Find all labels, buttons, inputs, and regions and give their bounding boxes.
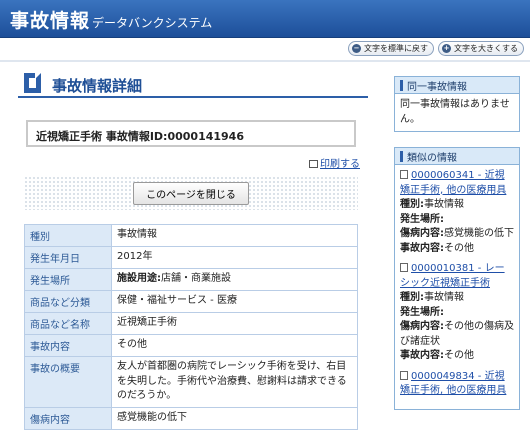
info-value: 2012年 [111, 246, 358, 269]
info-value: 保健・福祉サービス - 医療 [111, 290, 358, 313]
minus-icon: − [352, 44, 361, 53]
similar-field-value: 感覚機能の低下 [444, 228, 514, 239]
info-value: その他 [111, 334, 358, 357]
similar-field-value: その他 [444, 242, 474, 254]
info-value: 事故情報 [111, 224, 358, 247]
print-link[interactable]: 印刷する [320, 159, 360, 170]
info-value: 施設用途:店舗・商業施設 [111, 268, 358, 291]
similar-item-link[interactable]: 0000010381 - レーシック近視矯正手術 [400, 263, 505, 289]
print-row: 印刷する [18, 155, 368, 170]
similar-item-link[interactable]: 0000049834 - 近視矯正手術, 他の医療用具 [400, 371, 506, 397]
info-value-text: 感覚機能の低下 [117, 411, 187, 423]
info-value-text: 近視矯正手術 [117, 317, 177, 328]
text-size-controls: − 文字を標準に戻す + 文字を大きくする [348, 41, 524, 56]
same-accident-body: 同一事故情報はありません。 [400, 99, 510, 125]
similar-info-list: 0000060341 - 近視矯正手術, 他の医療用具 種別:事故情報 発生場所: 傷… [395, 165, 519, 409]
info-value-text: 事故情報 [117, 229, 157, 240]
text-enlarge-label: 文字を大きくする [454, 44, 518, 53]
printer-icon [309, 160, 318, 168]
similar-field-label: 傷病内容: [400, 228, 444, 239]
info-value-text: 店舗・商業施設 [161, 273, 231, 284]
similar-field-value: 事故情報 [424, 292, 464, 303]
info-value-text: 友人が首都圏の病院でレーシック手術を受け、右目を失明した。手術代や治療費、慰謝料… [117, 361, 347, 401]
similar-field-label: 事故内容: [400, 350, 444, 361]
similar-field-label: 事故内容: [400, 242, 444, 254]
site-logo[interactable]: 事故情報 データバンクシステム [10, 6, 212, 33]
info-row: 商品など名称 近視矯正手術 [24, 312, 358, 335]
similar-item-field: 発生場所: [400, 213, 514, 228]
info-row: 事故の概要 友人が首都圏の病院でレーシック手術を受け、右目を失明した。手術代や治療… [24, 356, 358, 408]
similar-field-label: 種別: [400, 199, 424, 210]
document-icon [24, 73, 41, 93]
main-content: 事故情報詳細 近視矯正手術 事故情報ID:0000141946 印刷する このペ… [18, 70, 368, 430]
header-bar-icon [400, 79, 403, 91]
info-value: 感覚機能の低下 [111, 406, 358, 430]
similar-item: 0000060341 - 近視矯正手術, 他の医療用具 種別:事故情報 発生場所: 傷… [400, 169, 514, 256]
similar-item-field: 事故内容:その他 [400, 349, 514, 364]
similar-item-field: 傷病内容:感覚機能の低下 [400, 227, 514, 242]
site-title-main: 事故情報 [10, 10, 91, 32]
site-header: 事故情報 データバンクシステム [0, 0, 530, 38]
similar-item-field: 種別:事故情報 [400, 198, 514, 213]
same-accident-title: 同一事故情報 [407, 81, 467, 93]
page-heading: 事故情報詳細 [18, 70, 368, 98]
info-row: 発生年月日 2012年 [24, 246, 358, 269]
document-icon [400, 263, 408, 272]
info-row: 商品など分類 保健・福祉サービス - 医療 [24, 290, 358, 313]
info-value-text: その他 [117, 339, 147, 350]
header-bar-icon [400, 150, 403, 162]
info-value-text: 2012年 [117, 251, 153, 262]
similar-item-link[interactable]: 0000060341 - 近視矯正手術, 他の医療用具 [400, 170, 506, 196]
info-row: 種別 事故情報 [24, 224, 358, 247]
info-key: 事故内容 [24, 334, 112, 357]
info-row: 事故内容 その他 [24, 334, 358, 357]
similar-field-value: その他 [444, 350, 474, 361]
plus-icon: + [442, 44, 451, 53]
info-key: 商品など名称 [24, 312, 112, 335]
similar-item-field: 種別:事故情報 [400, 291, 514, 306]
info-value: 友人が首都圏の病院でレーシック手術を受け、右目を失明した。手術代や治療費、慰謝料… [111, 356, 358, 408]
site-title-sub: データバンクシステム [92, 16, 213, 30]
similar-field-value: 事故情報 [424, 199, 464, 210]
similar-field-label: 傷病内容: [400, 321, 444, 332]
info-key: 事故の概要 [24, 356, 112, 408]
info-row: 発生場所 施設用途:店舗・商業施設 [24, 268, 358, 291]
text-enlarge-button[interactable]: + 文字を大きくする [438, 41, 524, 56]
info-value-label: 施設用途: [117, 273, 161, 284]
similar-field-label: 発生場所: [400, 213, 444, 225]
accident-info-table: 種別 事故情報 発生年月日 2012年 発生場所 施設用途:店舗・商業施設 商品など分類 保健… [24, 224, 358, 430]
similar-item: 0000049834 - 近視矯正手術, 他の医療用具 [400, 370, 514, 399]
similar-info-box: 類似の情報 0000060341 - 近視矯正手術, 他の医療用具 種別:事故情報… [394, 147, 520, 410]
same-accident-box: 同一事故情報 同一事故情報はありません。 [394, 76, 520, 132]
text-reset-label: 文字を標準に戻す [364, 44, 428, 53]
info-value: 近視矯正手術 [111, 312, 358, 335]
info-key: 種別 [24, 224, 112, 247]
similar-field-label: 種別: [400, 292, 424, 303]
info-row: 傷病内容 感覚機能の低下 [24, 406, 358, 430]
similar-item: 0000010381 - レーシック近視矯正手術 種別:事故情報 発生場所: 傷病内容… [400, 262, 514, 364]
close-page-button[interactable]: このページを閉じる [133, 181, 249, 205]
similar-field-label: 発生場所: [400, 306, 444, 318]
divider [0, 60, 530, 62]
similar-info-title: 類似の情報 [407, 152, 457, 164]
info-key: 発生場所 [24, 268, 112, 291]
info-value-text: 保健・福祉サービス - 医療 [117, 295, 237, 306]
similar-item-field: 傷病内容:その他の傷病及び諸症状 [400, 320, 514, 349]
similar-item-field: 事故内容:その他 [400, 242, 514, 257]
info-key: 傷病内容 [24, 406, 112, 430]
accident-id-box: 近視矯正手術 事故情報ID:0000141946 [26, 120, 356, 147]
page-title: 事故情報詳細 [52, 77, 143, 95]
document-icon [400, 170, 408, 179]
info-key: 発生年月日 [24, 246, 112, 269]
close-button-area: このページを閉じる [24, 176, 358, 210]
similar-info-header: 類似の情報 [395, 148, 519, 165]
document-icon [400, 370, 408, 380]
same-accident-header: 同一事故情報 [395, 77, 519, 94]
text-reset-button[interactable]: − 文字を標準に戻す [348, 41, 434, 56]
similar-item-field: 発生場所: [400, 306, 514, 321]
info-key: 商品など分類 [24, 290, 112, 313]
